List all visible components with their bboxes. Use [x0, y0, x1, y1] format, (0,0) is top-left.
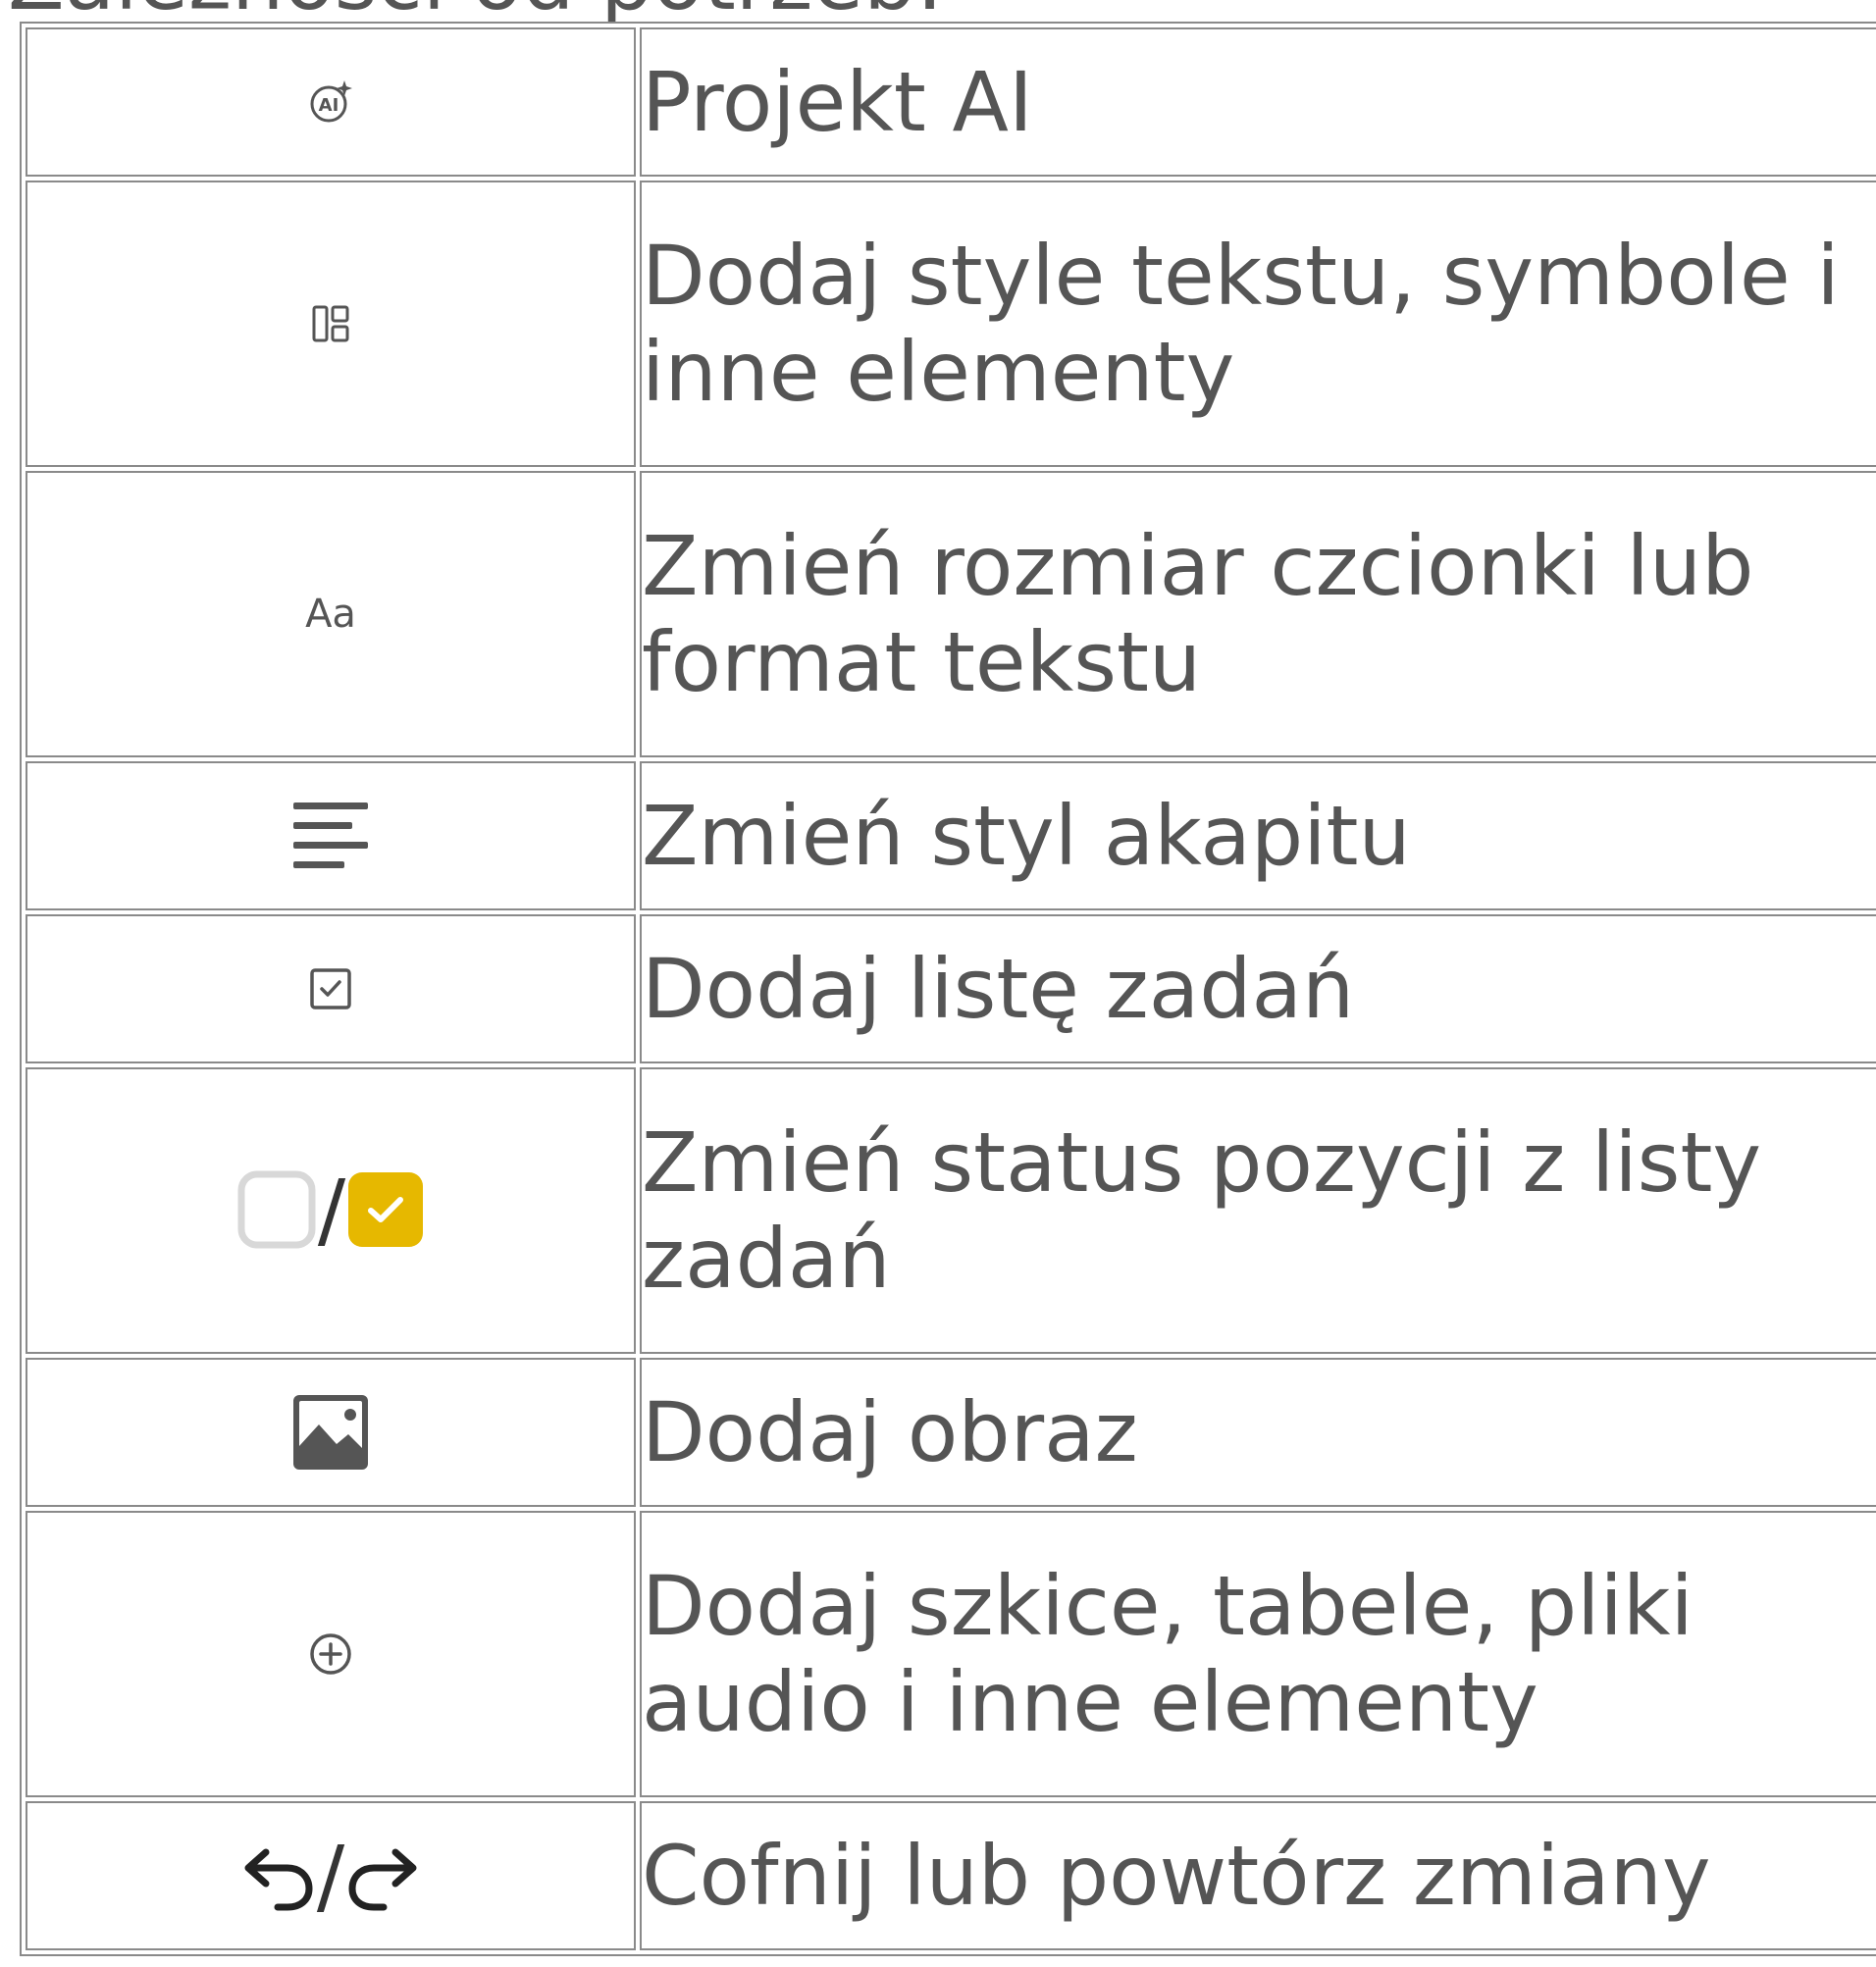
add-circle-icon	[309, 1632, 352, 1676]
table-row: Dodaj listę zadań	[26, 914, 1876, 1063]
description-cell: Projekt AI	[640, 27, 1876, 177]
icon-cell	[26, 914, 636, 1063]
icon-cell: /	[26, 1067, 636, 1354]
icon-table-wrapper: AI Projekt AI Dodaj style tekstu, symbol…	[20, 22, 1876, 1956]
table-row: AI Projekt AI	[26, 27, 1876, 177]
icon-cell: AI	[26, 27, 636, 177]
table-row: Zmień styl akapitu	[26, 761, 1876, 910]
table-row: Dodaj obraz	[26, 1358, 1876, 1507]
table-row: Dodaj szkice, tabele, pliki audio i inne…	[26, 1511, 1876, 1797]
icon-cell: /	[26, 1801, 636, 1950]
redo-icon	[346, 1838, 421, 1913]
table-row: Aa Zmień rozmiar czcionki lub format tek…	[26, 471, 1876, 757]
separator-slash: /	[317, 1162, 346, 1258]
icon-cell	[26, 1358, 636, 1507]
icon-cell	[26, 181, 636, 467]
heading-clip: Zależności od potrzeb:	[0, 0, 1876, 22]
icon-cell	[26, 761, 636, 910]
image-icon	[291, 1393, 370, 1472]
description-cell: Zmień styl akapitu	[640, 761, 1876, 910]
icon-cell	[26, 1511, 636, 1797]
checklist-icon	[309, 967, 352, 1010]
icon-table: AI Projekt AI Dodaj style tekstu, symbol…	[20, 22, 1876, 1956]
page-heading: Zależności od potrzeb:	[8, 0, 944, 22]
table-row: / Zmień status pozycji z listy zadań	[26, 1067, 1876, 1354]
description-cell: Dodaj szkice, tabele, pliki audio i inne…	[640, 1511, 1876, 1797]
undo-redo-icons: /	[240, 1835, 421, 1917]
undo-icon	[240, 1838, 315, 1913]
svg-text:AI: AI	[319, 95, 339, 116]
layout-elements-icon	[311, 304, 350, 343]
text-size-icon: Aa	[305, 592, 356, 637]
checkbox-status-icons: /	[237, 1168, 424, 1251]
icon-cell: Aa	[26, 471, 636, 757]
description-cell: Dodaj listę zadań	[640, 914, 1876, 1063]
description-cell: Cofnij lub powtórz zmiany	[640, 1801, 1876, 1950]
description-cell: Dodaj style tekstu, symbole i inne eleme…	[640, 181, 1876, 467]
description-cell: Zmień rozmiar czcionki lub format tekstu	[640, 471, 1876, 757]
table-row: / Cofnij lub powtórz zmiany	[26, 1801, 1876, 1950]
checkbox-checked-icon	[347, 1171, 424, 1248]
description-cell: Dodaj obraz	[640, 1358, 1876, 1507]
separator-slash: /	[316, 1828, 345, 1924]
checkbox-unchecked-icon	[237, 1170, 316, 1249]
paragraph-align-icon	[291, 797, 370, 875]
ai-sparkle-icon: AI	[307, 78, 354, 126]
description-cell: Zmień status pozycji z listy zadań	[640, 1067, 1876, 1354]
table-row: Dodaj style tekstu, symbole i inne eleme…	[26, 181, 1876, 467]
